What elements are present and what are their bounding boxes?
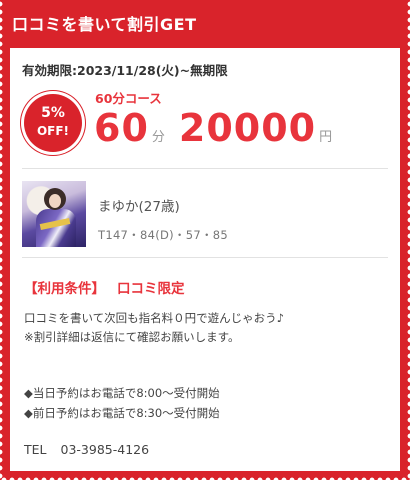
perforated-edge-bottom xyxy=(0,475,410,480)
divider-top xyxy=(22,168,388,169)
conditions-line-2: ※割引詳細は返信にて確認お願いします。 xyxy=(24,330,240,344)
minutes-unit: 分 xyxy=(151,130,165,145)
reservation-same-day: ◆当日予約はお電話で8:00～受付開始 xyxy=(24,386,220,400)
validity-period: 有効期限:2023/11/28(火)~無期限 xyxy=(22,63,228,78)
perforated-edge-left xyxy=(0,0,6,480)
price-unit: 円 xyxy=(319,130,333,145)
tel-number[interactable]: 03-3985-4126 xyxy=(61,442,150,457)
reservation-previous-day: ◆前日予約はお電話で8:30～受付開始 xyxy=(24,406,220,420)
course-price: 20000 xyxy=(178,106,317,150)
course-name: 60分コース xyxy=(95,91,162,106)
discount-off-label: OFF! xyxy=(36,124,70,138)
divider-middle xyxy=(22,257,388,258)
girl-name[interactable]: まゆか(27歳) xyxy=(98,195,180,215)
telephone[interactable]: TEL 03-3985-4126 xyxy=(24,442,149,457)
course-minutes: 60 xyxy=(94,106,149,150)
girl-stats: T147・84(D)・57・85 xyxy=(98,228,229,242)
perforated-edge-right xyxy=(404,0,410,480)
tel-label: TEL xyxy=(24,442,47,457)
conditions-heading: 【利用条件】 口コミ限定 xyxy=(24,277,185,297)
discount-percent: 5% xyxy=(41,105,65,121)
conditions-value: 口コミ限定 xyxy=(117,281,185,297)
girl-photo[interactable] xyxy=(22,181,86,247)
coupon-card[interactable]: 有効期限:2023/11/28(火)~無期限 5% OFF! 60分コース 60… xyxy=(10,48,400,471)
coupon-title: 口コミを書いて割引GET xyxy=(12,15,197,34)
discount-badge: 5% OFF! xyxy=(24,94,82,152)
conditions-label: 【利用条件】 xyxy=(24,281,105,297)
coupon-header: 口コミを書いて割引GET xyxy=(10,0,400,46)
price-row: 60 分 20000 円 xyxy=(94,106,332,150)
conditions-line-1: 口コミを書いて次回も指名料０円で遊んじゃおう♪ xyxy=(24,311,284,325)
